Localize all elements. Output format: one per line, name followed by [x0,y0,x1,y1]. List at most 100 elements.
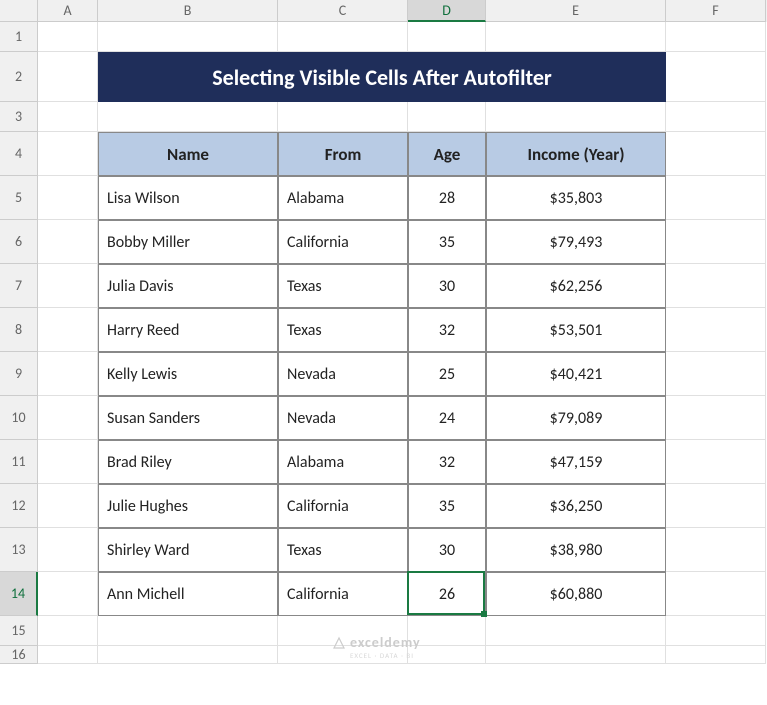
cell-a5[interactable] [38,176,98,220]
table-row[interactable]: 28 [408,176,486,220]
table-row[interactable]: 30 [408,528,486,572]
cell-f1[interactable] [666,22,766,52]
table-row[interactable]: Alabama [278,440,408,484]
cell-a1[interactable] [38,22,98,52]
table-row[interactable]: Julia Davis [98,264,278,308]
title-cell[interactable]: Selecting Visible Cells After Autofilter [98,52,666,102]
row-header-14[interactable]: 14 [0,572,38,616]
cell-f16[interactable] [666,646,766,664]
cell-f8[interactable] [666,308,766,352]
row-header-13[interactable]: 13 [0,528,38,572]
row-header-1[interactable]: 1 [0,22,38,52]
cell-c3[interactable] [278,102,408,132]
cell-a8[interactable] [38,308,98,352]
table-row[interactable]: $53,501 [486,308,666,352]
table-row[interactable]: Susan Sanders [98,396,278,440]
row-header-7[interactable]: 7 [0,264,38,308]
col-header-a[interactable]: A [38,0,98,22]
table-row[interactable]: Texas [278,264,408,308]
cell-e16[interactable] [486,646,666,664]
table-row[interactable]: 26 [408,572,486,616]
cell-f6[interactable] [666,220,766,264]
cell-a10[interactable] [38,396,98,440]
table-header-from[interactable]: From [278,132,408,176]
table-row[interactable]: 35 [408,484,486,528]
row-header-3[interactable]: 3 [0,102,38,132]
cell-b15[interactable] [98,616,278,646]
table-row[interactable]: $62,256 [486,264,666,308]
col-header-c[interactable]: C [278,0,408,22]
table-row[interactable]: $36,250 [486,484,666,528]
cell-c1[interactable] [278,22,408,52]
cell-f3[interactable] [666,102,766,132]
cell-f5[interactable] [666,176,766,220]
row-header-10[interactable]: 10 [0,396,38,440]
table-row[interactable]: 32 [408,440,486,484]
cell-a15[interactable] [38,616,98,646]
table-row[interactable]: Julie Hughes [98,484,278,528]
cell-b3[interactable] [98,102,278,132]
cell-f13[interactable] [666,528,766,572]
table-row[interactable]: Shirley Ward [98,528,278,572]
table-row[interactable]: $79,089 [486,396,666,440]
cell-a2[interactable] [38,52,98,102]
table-row[interactable]: Brad Riley [98,440,278,484]
table-row[interactable]: $47,159 [486,440,666,484]
table-row[interactable]: Bobby Miller [98,220,278,264]
cell-a7[interactable] [38,264,98,308]
col-header-f[interactable]: F [666,0,766,22]
cell-a6[interactable] [38,220,98,264]
cell-f12[interactable] [666,484,766,528]
row-header-12[interactable]: 12 [0,484,38,528]
table-row[interactable]: 25 [408,352,486,396]
table-row[interactable]: Harry Reed [98,308,278,352]
col-header-d[interactable]: D [408,0,486,22]
table-row[interactable]: Kelly Lewis [98,352,278,396]
row-header-5[interactable]: 5 [0,176,38,220]
cell-f15[interactable] [666,616,766,646]
row-header-16[interactable]: 16 [0,646,38,664]
row-header-4[interactable]: 4 [0,132,38,176]
cell-a12[interactable] [38,484,98,528]
table-row[interactable]: $79,493 [486,220,666,264]
cell-d1[interactable] [408,22,486,52]
select-all-corner[interactable] [0,0,38,22]
cell-f7[interactable] [666,264,766,308]
table-header-incomeyear[interactable]: Income (Year) [486,132,666,176]
table-row[interactable]: 30 [408,264,486,308]
table-header-name[interactable]: Name [98,132,278,176]
row-header-9[interactable]: 9 [0,352,38,396]
table-row[interactable]: Texas [278,308,408,352]
cell-f10[interactable] [666,396,766,440]
cell-b16[interactable] [98,646,278,664]
cell-e15[interactable] [486,616,666,646]
table-row[interactable]: $60,880 [486,572,666,616]
table-row[interactable]: $38,980 [486,528,666,572]
row-header-11[interactable]: 11 [0,440,38,484]
cell-a16[interactable] [38,646,98,664]
table-row[interactable]: California [278,220,408,264]
cell-a9[interactable] [38,352,98,396]
cell-f2[interactable] [666,52,766,102]
col-header-b[interactable]: B [98,0,278,22]
table-row[interactable]: $40,421 [486,352,666,396]
cell-a13[interactable] [38,528,98,572]
cell-f9[interactable] [666,352,766,396]
row-header-6[interactable]: 6 [0,220,38,264]
table-row[interactable]: Alabama [278,176,408,220]
cell-b1[interactable] [98,22,278,52]
table-row[interactable]: 35 [408,220,486,264]
cells-area[interactable]: Selecting Visible Cells After Autofilter… [38,22,766,664]
cell-e1[interactable] [486,22,666,52]
table-row[interactable]: California [278,484,408,528]
table-row[interactable]: Nevada [278,352,408,396]
table-row[interactable]: California [278,572,408,616]
cell-f4[interactable] [666,132,766,176]
table-row[interactable]: Lisa Wilson [98,176,278,220]
table-row[interactable]: $35,803 [486,176,666,220]
cell-a4[interactable] [38,132,98,176]
cell-a14[interactable] [38,572,98,616]
cell-e3[interactable] [486,102,666,132]
cell-f14[interactable] [666,572,766,616]
col-header-e[interactable]: E [486,0,666,22]
